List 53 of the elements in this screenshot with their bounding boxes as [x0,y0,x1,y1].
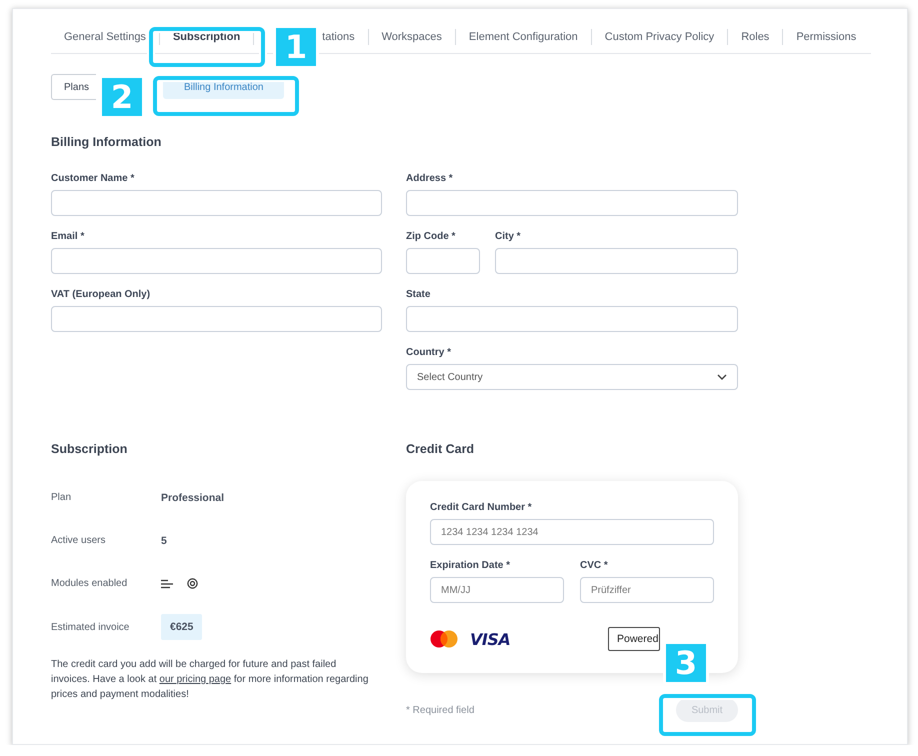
field-label: Zip Code * [406,230,456,244]
mastercard-logo-icon [430,630,458,648]
input-field[interactable]: 1234 1234 1234 1234 [430,519,714,545]
input-field[interactable] [406,190,738,216]
settings-tab[interactable]: Subscription [158,29,254,45]
input-field[interactable] [406,306,738,332]
callout-number: 2 [99,75,145,119]
settings-tab[interactable]: General Settings [51,29,159,45]
powered-by-button[interactable]: Powered [608,627,660,651]
input-field[interactable]: MM/JJ [430,577,564,603]
section-heading: Credit Card [406,441,476,457]
settings-tab[interactable]: Roles [727,29,782,45]
field-label: Email * [51,230,86,244]
summary-label: Estimated invoice [51,622,130,632]
subtab[interactable]: Plans [51,74,96,100]
field-label: City * [495,230,522,244]
field-label: Address * [406,172,454,186]
field-label: Customer Name * [51,172,136,186]
settings-tab[interactable]: Workspaces [368,29,455,45]
settings-tab[interactable]: Element Configuration [454,29,591,45]
visa-logo: VISA [470,630,510,648]
input-field[interactable] [495,248,738,274]
field-label: State [406,288,432,302]
settings-tab[interactable]: Permissions [782,29,870,45]
input-field[interactable]: Prüfziffer [580,577,714,603]
settings-tab[interactable]: Custom Privacy Policy [590,29,728,45]
callout-number: 1 [273,25,319,69]
required-note: * Required field [406,704,474,716]
invoice-amount: €625 [161,614,202,640]
lines-icon [161,578,173,588]
field-label: Expiration Date * [430,559,512,573]
summary-value: 5 [161,534,167,546]
input-field[interactable] [51,190,382,216]
billing-note: The credit card you add will be charged for future and past failed invoices. Have a look at our pricing page for more information regarding prices and payment modalities! [51,658,370,702]
input-field[interactable] [51,306,382,332]
field-label: CVC * [580,559,609,573]
input-field[interactable] [406,248,480,274]
country-select[interactable]: Select Country [406,364,738,390]
summary-label: Plan [51,492,72,503]
input-field[interactable] [51,248,382,274]
chevron-down-icon [717,374,727,380]
settings-tab[interactable]: tations [322,29,368,45]
field-label: Country * [406,346,452,360]
target-icon [187,578,198,589]
field-label: VAT (European Only) [51,288,152,302]
section-heading: Billing Information [51,134,162,150]
summary-label: Active users [51,535,106,546]
pricing-link[interactable]: our pricing page [159,674,232,685]
field-label: Credit Card Number * [430,501,533,515]
summary-label: Modules enabled [51,578,128,589]
summary-value: Professional [161,492,224,504]
section-heading: Subscription [51,441,128,457]
callout-number: 3 [663,641,709,685]
